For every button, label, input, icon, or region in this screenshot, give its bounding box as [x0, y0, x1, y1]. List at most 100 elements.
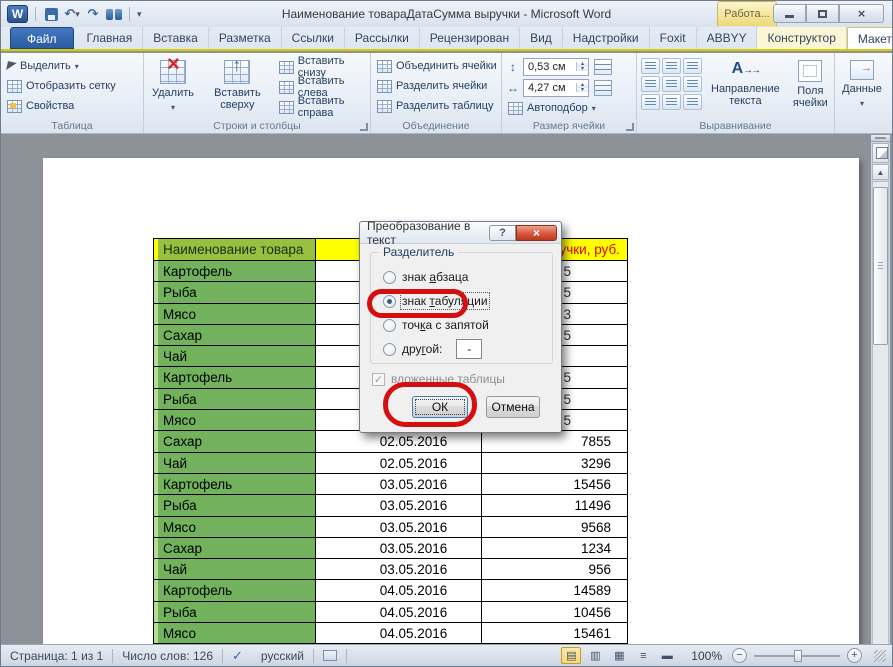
- dialog-help-icon[interactable]: ?: [489, 225, 516, 241]
- dialog-close-icon[interactable]: ×: [516, 225, 557, 241]
- product-cell[interactable]: Чай: [154, 559, 316, 579]
- product-cell[interactable]: Рыба: [154, 495, 316, 515]
- dialog-launcher-icon[interactable]: [626, 123, 634, 131]
- fullscreen-reading-view-icon[interactable]: ▥: [585, 647, 605, 664]
- word-logo-icon[interactable]: W: [7, 5, 28, 23]
- web-layout-view-icon[interactable]: ▦: [609, 647, 629, 664]
- tab-view[interactable]: Вид: [520, 27, 563, 49]
- find-icon[interactable]: [106, 5, 122, 23]
- sum-cell[interactable]: 3296: [482, 453, 627, 473]
- product-cell[interactable]: Мясо: [154, 517, 316, 537]
- resize-grip[interactable]: [874, 650, 886, 662]
- product-cell[interactable]: Сахар: [154, 325, 316, 345]
- nested-tables-checkbox[interactable]: ✓: [372, 373, 385, 386]
- macro-record-icon[interactable]: [314, 645, 346, 666]
- align-bottom-right-button[interactable]: [683, 94, 702, 110]
- sum-cell[interactable]: 9568: [482, 517, 627, 537]
- cancel-button[interactable]: Отмена: [486, 396, 540, 418]
- radio-option-semicolon[interactable]: точка с запятой: [383, 315, 552, 335]
- redo-icon[interactable]: ↷: [85, 5, 101, 23]
- split-table-button[interactable]: Разделить таблицу: [375, 96, 499, 116]
- sum-cell[interactable]: 14589: [482, 580, 627, 600]
- undo-icon[interactable]: ↶▾: [64, 5, 80, 23]
- product-cell[interactable]: Сахар: [154, 431, 316, 451]
- product-cell[interactable]: Рыба: [154, 602, 316, 622]
- zoom-slider[interactable]: [754, 655, 840, 657]
- product-cell[interactable]: Сахар: [154, 538, 316, 558]
- dialog-title-bar[interactable]: Преобразование в текст ? ×: [360, 222, 561, 244]
- radio-button-icon[interactable]: [383, 271, 396, 284]
- split-handle[interactable]: [871, 135, 890, 142]
- product-cell[interactable]: Картофель: [154, 261, 316, 281]
- distribute-rows-icon[interactable]: [594, 59, 612, 75]
- sum-cell[interactable]: 1234: [482, 538, 627, 558]
- sum-cell[interactable]: 7855: [482, 431, 627, 451]
- align-center-left-button[interactable]: [641, 76, 660, 92]
- align-bottom-center-button[interactable]: [662, 94, 681, 110]
- save-icon[interactable]: [43, 5, 59, 23]
- sum-cell[interactable]: 10456: [482, 602, 627, 622]
- restore-button[interactable]: [806, 4, 839, 23]
- select-button[interactable]: Выделить▾: [5, 56, 141, 76]
- tab-page-layout[interactable]: Разметка стра: [209, 27, 282, 49]
- row-height-input[interactable]: 0,53 см ▴▾: [523, 58, 589, 76]
- tab-mailings[interactable]: Рассылки: [345, 27, 420, 49]
- language-indicator[interactable]: русский: [252, 645, 313, 666]
- tab-foxit-pdf[interactable]: Foxit PDF: [650, 27, 697, 49]
- date-cell[interactable]: 03.05.2016: [316, 538, 482, 558]
- date-cell[interactable]: 04.05.2016: [316, 580, 482, 600]
- tab-review[interactable]: Рецензирован: [420, 27, 520, 49]
- qat-menu-icon[interactable]: ▾: [137, 9, 142, 20]
- insert-left-button[interactable]: Вставить слева: [277, 77, 368, 97]
- sum-cell[interactable]: 11496: [482, 495, 627, 515]
- properties-button[interactable]: Свойства: [5, 96, 141, 116]
- zoom-level[interactable]: 100%: [691, 649, 722, 663]
- outline-view-icon[interactable]: ≡: [633, 647, 653, 664]
- other-separator-input[interactable]: -: [456, 339, 482, 359]
- row-height-steppers[interactable]: ▴▾: [576, 62, 588, 71]
- insert-above-button[interactable]: Вставить сверху: [198, 56, 277, 119]
- header-cell[interactable]: Наименование товара: [154, 239, 316, 260]
- date-cell[interactable]: 02.05.2016: [316, 453, 482, 473]
- distribute-columns-icon[interactable]: [594, 80, 612, 96]
- date-cell[interactable]: 02.05.2016: [316, 431, 482, 451]
- merge-cells-button[interactable]: Объединить ячейки: [375, 56, 499, 76]
- column-width-input[interactable]: 4,27 см ▴▾: [523, 79, 589, 97]
- minimize-button[interactable]: [773, 4, 806, 23]
- tab-home[interactable]: Главная: [77, 27, 144, 49]
- product-cell[interactable]: Чай: [154, 453, 316, 473]
- ruler-toggle-icon[interactable]: [872, 143, 889, 163]
- product-cell[interactable]: Картофель: [154, 474, 316, 494]
- product-cell[interactable]: Рыба: [154, 282, 316, 302]
- insert-right-button[interactable]: Вставить справа: [277, 97, 368, 117]
- tab-design[interactable]: Конструктор: [757, 27, 846, 49]
- date-cell[interactable]: 03.05.2016: [316, 559, 482, 579]
- product-cell[interactable]: Мясо: [154, 623, 316, 643]
- sum-cell[interactable]: 15461: [482, 623, 627, 643]
- view-gridlines-button[interactable]: Отобразить сетку: [5, 76, 141, 96]
- autofit-button[interactable]: Автоподбор▾: [506, 98, 634, 118]
- product-cell[interactable]: Чай: [154, 346, 316, 366]
- column-width-steppers[interactable]: ▴▾: [576, 83, 588, 92]
- align-center-button[interactable]: [662, 76, 681, 92]
- tab-add-ins[interactable]: Надстройки: [563, 27, 650, 49]
- product-cell[interactable]: Мясо: [154, 304, 316, 324]
- date-cell[interactable]: 03.05.2016: [316, 474, 482, 494]
- close-button[interactable]: ×: [839, 4, 884, 23]
- page-indicator[interactable]: Страница: 1 из 1: [1, 645, 112, 666]
- data-button[interactable]: Данные ▾: [839, 56, 885, 110]
- scrollbar-thumb[interactable]: [873, 187, 888, 345]
- sum-cell[interactable]: 956: [482, 559, 627, 579]
- product-cell[interactable]: Мясо: [154, 410, 316, 430]
- dialog-launcher-icon[interactable]: [360, 123, 368, 131]
- tab-file[interactable]: Файл: [10, 27, 74, 49]
- date-cell[interactable]: 03.05.2016: [316, 517, 482, 537]
- delete-button[interactable]: Удалить ▾: [148, 56, 198, 119]
- radio-option-paragraph-mark[interactable]: знак абзаца: [383, 267, 552, 287]
- tab-insert[interactable]: Вставка: [143, 27, 209, 49]
- date-cell[interactable]: 04.05.2016: [316, 623, 482, 643]
- tab-references[interactable]: Ссылки: [282, 27, 345, 49]
- word-count[interactable]: Число слов: 126: [113, 645, 222, 666]
- tab-layout[interactable]: Макет: [847, 27, 893, 49]
- align-center-right-button[interactable]: [683, 76, 702, 92]
